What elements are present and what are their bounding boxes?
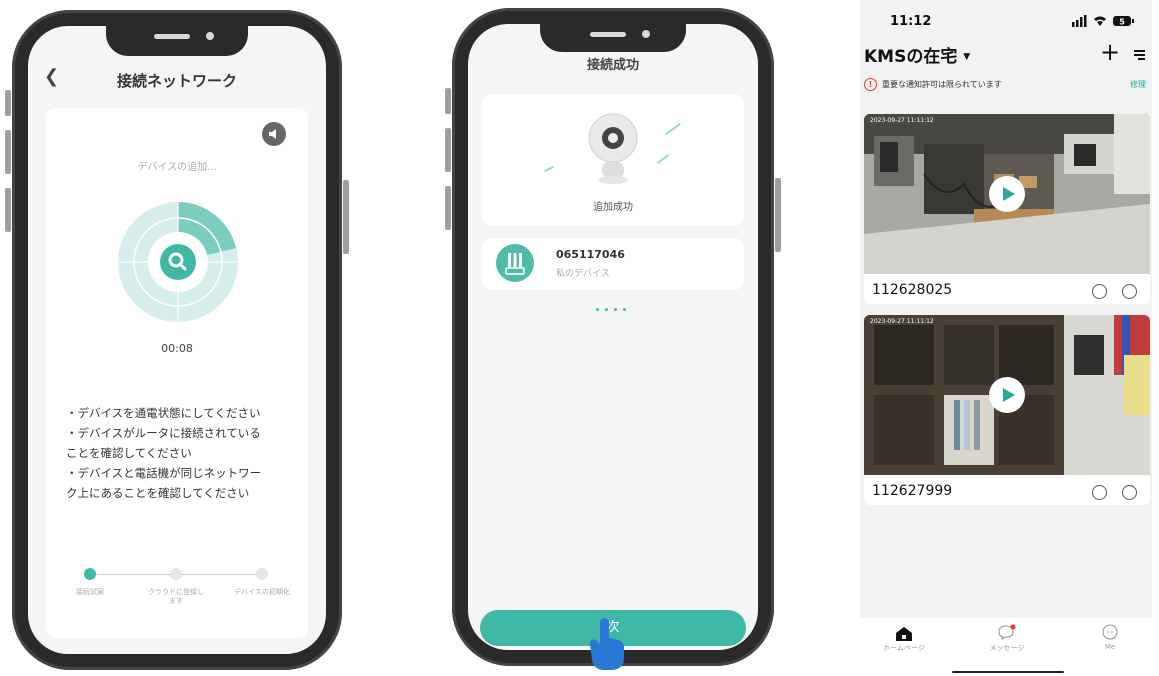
device-id: 065117046 [556,248,625,261]
side-button [775,178,781,252]
menu-line [1134,54,1145,56]
page-title: 接続ネットワーク [116,72,237,90]
tips-list: ・デバイスを通電状態にしてください ・デバイスがルータに接続されている ことを確… [66,404,296,504]
sparkle [656,154,670,164]
indicator-dot [596,308,599,311]
notch [106,20,248,56]
play-icon[interactable] [989,176,1025,212]
home-title-text: KMSの在宅 [864,47,958,67]
front-camera [642,30,650,38]
search-icon [160,244,196,280]
timer: 00:08 [161,342,193,355]
radar-graphic [116,200,240,324]
svg-text:5: 5 [1119,18,1125,27]
home-icon[interactable] [896,626,912,641]
speaker-grille [154,34,190,39]
status-icons: 5 [1072,13,1138,27]
camera-name: 112627999 [872,483,953,499]
speaker-icon[interactable] [262,122,286,146]
home-screen-screenshot: 11:12 5 KMSの在宅 ▼ + ! 重要な通知許可は限られています 修理 [846,0,1159,673]
playback-icon[interactable] [1092,284,1107,299]
profile-icon[interactable] [1102,624,1118,640]
side-button [445,88,451,114]
message-icon[interactable] [998,624,1016,641]
home-title[interactable]: KMSの在宅 ▼ [864,42,970,67]
step-dot-active [84,568,96,580]
device-list-item[interactable]: 065117046 私のデバイス [482,238,744,290]
add-icon[interactable]: + [1100,38,1120,66]
connect-network-screen: ❮ 接続ネットワーク デバイスの追加... 00:08 ・デバイスを通電状態にし… [28,26,326,654]
side-button [343,180,349,254]
step-dot [256,568,268,580]
phone-frame-1: ❮ 接続ネットワーク デバイスの追加... 00:08 ・デバイスを通電状態にし… [5,10,349,670]
front-camera [206,32,214,40]
tip-line: ・デバイスを通電状態にしてください [66,406,261,420]
success-label: 追加成功 [593,202,633,213]
menu-icon[interactable] [1134,50,1145,60]
side-button [445,186,451,230]
playback-icon[interactable] [1092,485,1107,500]
tab-me-label[interactable]: Me [1080,643,1140,651]
tip-line: ク上にあることを確認してください [66,486,250,500]
camera-preview[interactable]: 2023-09-27 11:11:12 [864,114,1150,274]
indicator-dot [605,308,608,311]
settings-icon[interactable] [1122,485,1137,500]
progress-card: デバイスの追加... 00:08 ・デバイスを通電状態にしてください ・デバイス… [46,108,308,638]
robot-camera-icon [578,108,648,188]
tip-line: ・デバイスがルータに接続されている [66,426,261,440]
page-indicator [596,308,630,312]
warning-banner: ! 重要な通知許可は限られています 修理 [864,78,1150,94]
camera-timestamp: 2023-09-27 11:11:12 [870,318,934,325]
fix-link[interactable]: 修理 [1130,79,1146,90]
status-text: デバイスの追加... [137,162,217,173]
side-button [445,128,451,172]
indicator-dot [614,308,617,311]
sparkle [544,165,554,173]
menu-line [1138,58,1145,60]
side-button [5,130,11,174]
camera-preview[interactable]: 2023-09-27 11:11:12 [864,315,1150,475]
camera-timestamp: 2023-09-27 11:11:12 [870,117,934,124]
sparkle [665,123,681,135]
step-dot [170,568,182,580]
tip-line: ・デバイスと電話機が同じネットワー [66,466,262,480]
pointer-hand-icon [584,614,630,672]
success-card: 追加成功 [482,94,744,226]
tab-home-label[interactable]: ホームページ [874,643,934,653]
camera-card[interactable]: 2023-09-27 11:11:12 112628025 [864,114,1150,304]
side-button [5,90,11,116]
menu-line [1134,50,1145,52]
settings-icon[interactable] [1122,284,1137,299]
status-time: 11:12 [890,14,932,29]
speaker-grille [590,32,626,37]
tab-message-label[interactable]: メッセージ [977,643,1037,653]
phone-frame-2: 接続成功 追加成功 065117046 私のデバイス 次 [445,8,781,670]
camera-name: 112628025 [872,282,953,298]
step-label: デバイスの初期化 [234,588,290,596]
notch [540,18,686,52]
chevron-down-icon: ▼ [963,52,971,62]
play-icon[interactable] [989,377,1025,413]
tab-bar: ホームページ メッセージ Me [860,618,1152,673]
camera-card[interactable]: 2023-09-27 11:11:12 112627999 [864,315,1150,505]
warning-icon: ! [864,78,877,91]
step-label: 接続試案 [76,588,104,596]
device-name: 私のデバイス [556,269,610,279]
warning-text: 重要な通知許可は限られています [882,80,1002,89]
connection-success-screen: 接続成功 追加成功 065117046 私のデバイス [468,24,758,650]
step-label: クラウドに登録します [148,588,204,605]
side-button [5,188,11,232]
page-title: 接続成功 [586,58,639,73]
tip-line: ことを確認してください [66,446,192,460]
device-icon [496,244,534,282]
indicator-dot [623,308,626,311]
